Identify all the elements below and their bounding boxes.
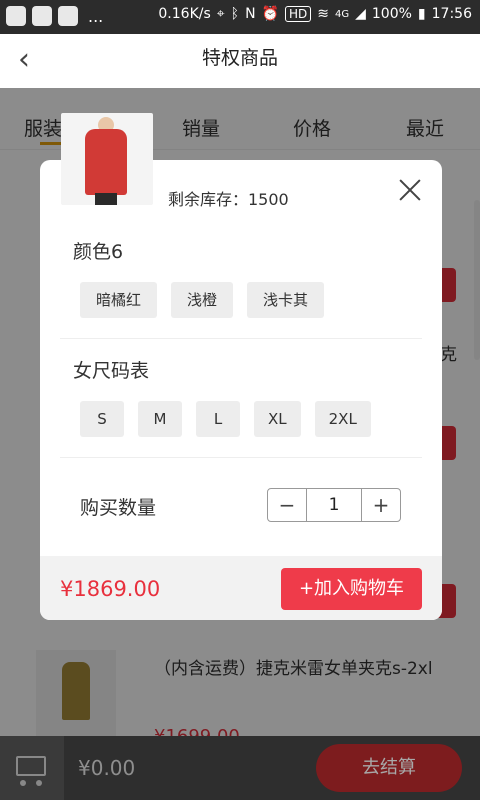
- app-notification-icon-2: [58, 6, 78, 26]
- app-notification-icon: [6, 6, 26, 26]
- quantity-label: 购买数量: [80, 497, 157, 519]
- cart-wheel: [36, 780, 42, 786]
- size-option[interactable]: S: [80, 401, 124, 437]
- size-option[interactable]: XL: [254, 401, 301, 437]
- wifi-icon: ≋: [317, 6, 329, 22]
- color-option[interactable]: 暗橘红: [80, 282, 158, 318]
- checkout-button[interactable]: 去结算: [316, 744, 462, 792]
- color-option[interactable]: 浅卡其: [247, 282, 325, 318]
- signal-icon: ◢: [355, 6, 366, 22]
- bottom-bar: ¥0.00 去结算: [0, 736, 480, 800]
- more-notifications: ...: [88, 6, 104, 26]
- battery-icon: ▮: [417, 6, 426, 22]
- color-options: 暗橘红 浅橙 浅卡其: [80, 282, 325, 318]
- alarm-icon: ⏰: [261, 6, 279, 22]
- size-options: S M L XL 2XL: [80, 401, 371, 437]
- nfc-icon: N: [245, 6, 256, 22]
- product-thumbnail: [61, 113, 153, 205]
- close-icon[interactable]: [396, 176, 424, 204]
- location-notification-icon: [32, 6, 52, 26]
- size-option[interactable]: 2XL: [314, 401, 371, 437]
- network-type: 4G: [334, 8, 350, 20]
- quantity-input[interactable]: 1: [306, 489, 362, 521]
- add-to-cart-button[interactable]: +加入购物车: [281, 568, 422, 610]
- color-section-label: 颜色6: [73, 241, 124, 263]
- status-bar: ... 0.16K/s ⌖ ᛒ N ⏰ HD ≋ 4G ◢ 100% ▮ 17:…: [0, 0, 480, 34]
- size-section-label: 女尺码表: [73, 360, 150, 382]
- size-option[interactable]: L: [196, 401, 240, 437]
- battery-level: 100%: [371, 6, 412, 22]
- cart-total: ¥0.00: [78, 756, 136, 780]
- cart-wheel: [20, 780, 26, 786]
- section-divider: [60, 457, 422, 458]
- increment-button[interactable]: +: [362, 489, 400, 521]
- color-option[interactable]: 浅橙: [171, 282, 234, 318]
- sku-selector-modal: [40, 160, 442, 620]
- stock-remaining: 剩余库存：1500: [168, 190, 289, 209]
- sku-price: ¥1869.00: [60, 577, 161, 601]
- section-divider: [60, 338, 422, 339]
- red-jacket: [85, 129, 127, 195]
- decrement-button[interactable]: −: [268, 489, 306, 521]
- app-header: ‹ 特权商品: [0, 34, 480, 88]
- model-legs: [95, 193, 117, 205]
- page-title: 特权商品: [201, 47, 278, 69]
- cart-icon: [16, 756, 46, 776]
- location-icon: ⌖: [216, 6, 225, 22]
- cart-button[interactable]: [0, 736, 64, 800]
- hd-badge: HD: [284, 6, 312, 22]
- clock: 17:56: [431, 6, 472, 22]
- quantity-stepper: − 1 +: [267, 488, 401, 522]
- size-option[interactable]: M: [138, 401, 182, 437]
- network-speed: 0.16K/s: [158, 6, 211, 22]
- bluetooth-icon: ᛒ: [230, 6, 240, 22]
